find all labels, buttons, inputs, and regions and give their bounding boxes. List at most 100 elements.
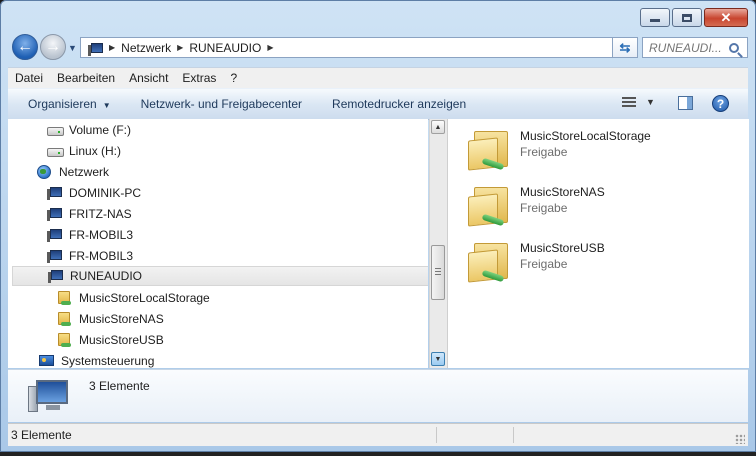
tree-item-label: MusicStoreLocalStorage — [79, 291, 210, 305]
search-input[interactable] — [643, 39, 725, 56]
content-pane: MusicStoreLocalStorage Freigabe MusicStor… — [447, 119, 749, 368]
maximize-button[interactable] — [672, 8, 702, 27]
maximize-icon — [682, 13, 692, 22]
share-type: Freigabe — [520, 257, 568, 271]
chevron-down-icon: ▼ — [102, 101, 111, 110]
shared-folder-icon — [56, 311, 74, 327]
view-dropdown-icon[interactable]: ▼ — [646, 97, 655, 107]
address-bar[interactable]: ▶ Netzwerk ▶ RUNEAUDIO ▶ ▼ — [80, 37, 629, 58]
arrow-right-icon: → — [45, 38, 61, 55]
tree-item-fritz-nas[interactable]: FRITZ-NAS — [46, 204, 132, 224]
organize-label: Organisieren — [28, 97, 97, 111]
breadcrumb-separator-icon[interactable]: ▶ — [267, 43, 273, 52]
explorer-window: ✕ ← → ▼ ▶ Netzwerk ▶ RUNEAUDIO ▶ ▼ ⇆ Dat… — [0, 0, 756, 452]
details-item-count: 3 Elemente — [89, 379, 150, 393]
help-icon[interactable]: ? — [712, 95, 729, 112]
caption-buttons: ✕ — [638, 8, 748, 27]
recent-pages-dropdown[interactable]: ▼ — [68, 43, 77, 53]
scroll-down-button[interactable]: ▼ — [431, 352, 445, 366]
tree-item-dominik-pc[interactable]: DOMINIK-PC — [46, 183, 141, 203]
tree-item-netzwerk[interactable]: Netzwerk — [36, 162, 109, 182]
computer-icon — [26, 376, 70, 416]
network-computer-icon — [87, 41, 105, 56]
menu-bearbeiten[interactable]: Bearbeiten — [50, 71, 122, 85]
tree-item-label: RUNEAUDIO — [70, 269, 143, 283]
shared-folder-icon — [466, 237, 518, 285]
status-bar: 3 Elemente — [8, 423, 748, 446]
computer-icon — [47, 268, 65, 284]
share-name: MusicStoreUSB — [520, 241, 605, 255]
refresh-icon: ⇆ — [619, 39, 631, 55]
details-pane: 3 Elemente — [8, 369, 748, 422]
command-bar: Organisieren ▼ Netzwerk- und Freigabecent… — [8, 88, 748, 120]
shared-folder-icon — [56, 290, 74, 306]
menu-ansicht[interactable]: Ansicht — [122, 71, 175, 85]
breadcrumb-runeaudio[interactable]: RUNEAUDIO — [189, 41, 261, 55]
menu-bar: Datei Bearbeiten Ansicht Extras ? — [8, 67, 748, 88]
breadcrumb-separator-icon[interactable]: ▶ — [177, 43, 183, 52]
breadcrumb-separator-icon[interactable]: ▶ — [109, 43, 115, 52]
status-item-count: 3 Elemente — [11, 428, 72, 442]
share-type: Freigabe — [520, 201, 568, 215]
network-icon — [36, 164, 54, 180]
share-item-musicstorenas[interactable]: MusicStoreNAS Freigabe — [466, 181, 605, 231]
share-name: MusicStoreLocalStorage — [520, 129, 651, 143]
search-icon[interactable] — [729, 42, 739, 53]
status-divider — [436, 427, 437, 443]
breadcrumb-netzwerk[interactable]: Netzwerk — [121, 41, 171, 55]
computer-icon — [46, 248, 64, 264]
forward-button[interactable]: → — [40, 34, 66, 60]
tree-item-label: Netzwerk — [59, 165, 110, 179]
shared-folder-icon — [56, 332, 74, 348]
control-panel-icon — [38, 353, 56, 368]
tree-item-musicstorenas[interactable]: MusicStoreNAS — [56, 309, 164, 329]
tree-item-systemsteuerung[interactable]: Systemsteuerung — [38, 351, 154, 368]
share-item-musicstoreusb[interactable]: MusicStoreUSB Freigabe — [466, 237, 605, 287]
computer-icon — [46, 227, 64, 243]
search-box[interactable] — [642, 37, 748, 58]
drive-icon — [46, 122, 64, 138]
drive-icon — [46, 143, 64, 159]
shared-folder-icon — [466, 181, 518, 229]
tree-item-fr-mobil3-2[interactable]: FR-MOBIL3 — [46, 246, 133, 266]
close-button[interactable]: ✕ — [704, 8, 748, 27]
share-type: Freigabe — [520, 145, 568, 159]
minimize-icon — [650, 19, 660, 22]
tree-item-label: Volume (F:) — [69, 123, 132, 137]
minimize-button[interactable] — [640, 8, 670, 27]
computer-icon — [46, 185, 64, 201]
organize-button[interactable]: Organisieren ▼ — [28, 97, 111, 111]
tree-item-runeaudio[interactable]: RUNEAUDIO — [12, 266, 428, 286]
refresh-button[interactable]: ⇆ — [612, 37, 638, 58]
menu-datei[interactable]: Datei — [8, 71, 50, 85]
menu-extras[interactable]: Extras — [175, 71, 223, 85]
address-row: ← → ▼ ▶ Netzwerk ▶ RUNEAUDIO ▶ ▼ ⇆ — [8, 34, 748, 62]
tree-item-musicstoreusb[interactable]: MusicStoreUSB — [56, 330, 164, 350]
tree-item-label: Systemsteuerung — [61, 354, 155, 368]
tree-item-label: FR-MOBIL3 — [69, 249, 134, 263]
tree-item-volume-f[interactable]: Volume (F:) — [46, 120, 131, 140]
network-center-button[interactable]: Netzwerk- und Freigabecenter — [141, 97, 302, 111]
tree-item-musicstorelocalstorage[interactable]: MusicStoreLocalStorage — [56, 288, 210, 308]
tree-scrollbar[interactable]: ▲ ▼ — [429, 119, 447, 368]
arrow-left-icon: ← — [17, 38, 33, 55]
tree-item-fr-mobil3[interactable]: FR-MOBIL3 — [46, 225, 133, 245]
menu-help[interactable]: ? — [223, 71, 244, 85]
resize-grip-icon[interactable] — [735, 434, 745, 444]
scroll-thumb[interactable] — [431, 245, 445, 300]
tree-item-label: Linux (H:) — [69, 144, 122, 158]
back-button[interactable]: ← — [12, 34, 38, 60]
tree-item-label: DOMINIK-PC — [69, 186, 141, 200]
preview-pane-icon[interactable] — [678, 96, 693, 110]
screen-edge — [0, 452, 756, 456]
close-icon: ✕ — [720, 9, 732, 25]
tree-item-label: FRITZ-NAS — [69, 207, 132, 221]
scroll-up-button[interactable]: ▲ — [431, 120, 445, 134]
tree-item-label: FR-MOBIL3 — [69, 228, 134, 242]
share-item-musicstorelocalstorage[interactable]: MusicStoreLocalStorage Freigabe — [466, 125, 651, 175]
tree-item-label: MusicStoreNAS — [79, 312, 164, 326]
remote-printers-button[interactable]: Remotedrucker anzeigen — [332, 97, 466, 111]
share-name: MusicStoreNAS — [520, 185, 605, 199]
tree-item-linux-h[interactable]: Linux (H:) — [46, 141, 121, 161]
view-options-icon[interactable] — [622, 97, 636, 111]
